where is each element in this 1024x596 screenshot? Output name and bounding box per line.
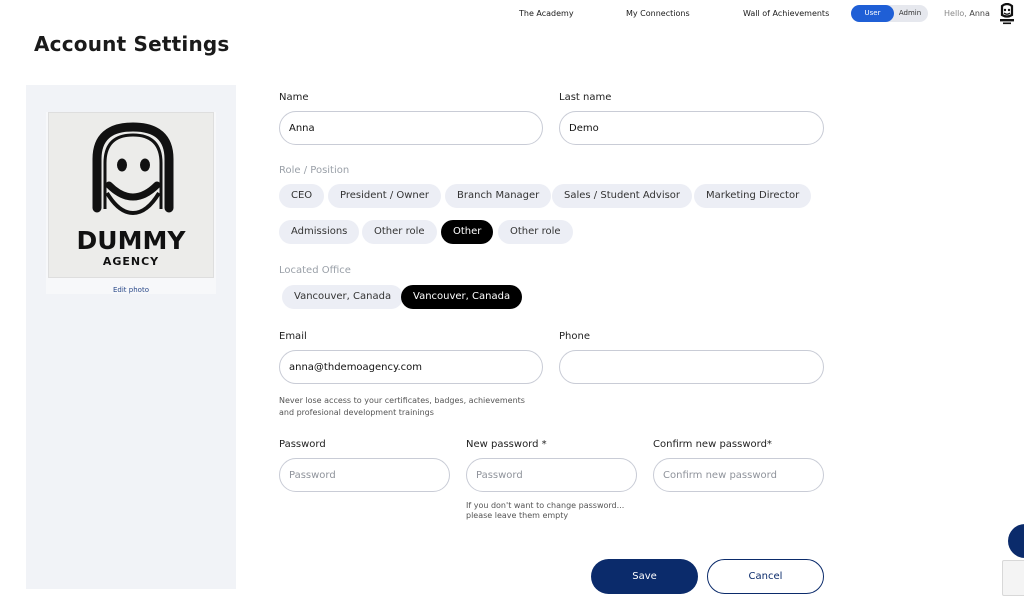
- confirm-password-label: Confirm new password*: [653, 439, 772, 450]
- phone-label: Phone: [559, 331, 590, 342]
- agency-logo-icon: DUMMY AGENCY: [77, 122, 187, 268]
- new-password-label: New password *: [466, 439, 547, 450]
- greeting-prefix: Hello,: [944, 9, 967, 18]
- save-button[interactable]: Save: [591, 559, 698, 594]
- help-chat-icon[interactable]: [1008, 524, 1024, 558]
- recaptcha-icon: [1002, 560, 1024, 596]
- password-hint-line1: If you don't want to change password...: [466, 501, 625, 510]
- password-hint: If you don't want to change password... …: [466, 501, 666, 521]
- password-hint-line2: please leave them empty: [466, 511, 569, 520]
- greeting-user-name: Anna: [969, 9, 990, 18]
- email-label: Email: [279, 331, 307, 342]
- role-chip-other-role-2[interactable]: Other role: [498, 220, 573, 244]
- role-chip-other-selected[interactable]: Other: [441, 220, 494, 244]
- name-label: Name: [279, 92, 309, 103]
- password-input[interactable]: [279, 458, 450, 492]
- email-field[interactable]: [279, 350, 543, 384]
- role-chip-marketing-director[interactable]: Marketing Director: [694, 184, 812, 208]
- profile-photo[interactable]: DUMMY AGENCY: [48, 112, 214, 278]
- office-label: Located Office: [279, 265, 351, 276]
- new-password-input[interactable]: [466, 458, 637, 492]
- office-chip-vancouver[interactable]: Vancouver, Canada: [282, 285, 404, 309]
- profile-photo-card: DUMMY AGENCY: [46, 112, 216, 294]
- nav-link-academy[interactable]: The Academy: [519, 9, 574, 18]
- role-chip-sales-advisor[interactable]: Sales / Student Advisor: [552, 184, 693, 208]
- name-input[interactable]: [279, 111, 543, 145]
- profile-sidebar: DUMMY AGENCY: [26, 85, 236, 589]
- role-chip-president-owner[interactable]: President / Owner: [328, 184, 442, 208]
- nav-link-achievements[interactable]: Wall of Achievements: [743, 9, 829, 18]
- avatar-icon[interactable]: [998, 3, 1016, 25]
- password-label: Password: [279, 439, 326, 450]
- last-name-input[interactable]: [559, 111, 824, 145]
- page-title: Account Settings: [34, 32, 230, 56]
- logo-text-line1: DUMMY: [77, 226, 187, 255]
- nav-link-connections[interactable]: My Connections: [626, 9, 690, 18]
- toggle-admin-option[interactable]: Admin: [892, 5, 928, 22]
- role-chip-ceo[interactable]: CEO: [279, 184, 325, 208]
- logo-text-line2: AGENCY: [103, 255, 159, 268]
- email-hint: Never lose access to your certificates, …: [279, 396, 525, 417]
- greeting: Hello, Anna: [944, 9, 990, 18]
- confirm-password-input[interactable]: [653, 458, 824, 492]
- top-navigation: The Academy My Connections Wall of Achie…: [0, 0, 1024, 28]
- last-name-label: Last name: [559, 92, 612, 103]
- role-chip-other-role[interactable]: Other role: [362, 220, 437, 244]
- role-chip-admissions[interactable]: Admissions: [279, 220, 360, 244]
- toggle-user-option[interactable]: User: [851, 5, 894, 22]
- office-chip-vancouver-selected[interactable]: Vancouver, Canada: [401, 285, 523, 309]
- role-label: Role / Position: [279, 165, 350, 176]
- phone-field[interactable]: [559, 350, 824, 384]
- cancel-button[interactable]: Cancel: [707, 559, 824, 594]
- edit-photo-link[interactable]: Edit photo: [26, 286, 236, 294]
- role-chip-branch-manager[interactable]: Branch Manager: [445, 184, 552, 208]
- user-admin-toggle[interactable]: User Admin: [851, 5, 928, 22]
